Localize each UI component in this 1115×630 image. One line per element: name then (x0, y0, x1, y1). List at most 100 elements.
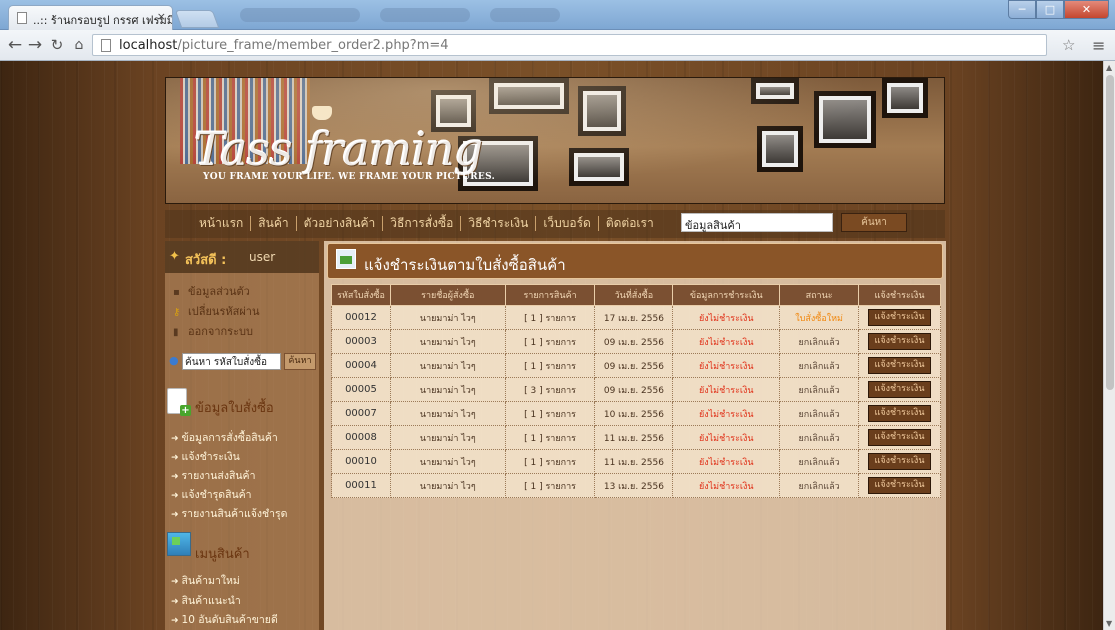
action-cell: แจ้งชำระเงิน (858, 305, 941, 330)
main-nav: หน้าแรก สินค้า ตัวอย่างสินค้า วิธีการสั่… (165, 210, 945, 238)
customer-name: นายมาม่า ไวๆ (389, 425, 506, 450)
nav-item-payment-method[interactable]: วิธีชำระเงิน (461, 216, 537, 231)
action-cell: แจ้งชำระเงิน (858, 449, 941, 474)
order-id: 00008 (331, 425, 391, 450)
customer-name: นายมาม่า ไวๆ (389, 401, 506, 426)
customer-name: นายมาม่า ไวๆ (389, 353, 506, 378)
column-header: สถานะ (779, 284, 860, 306)
notify-payment-button[interactable]: แจ้งชำระเงิน (868, 381, 932, 398)
column-header: วันที่สั่งซื้อ (594, 284, 674, 306)
order-status: ยกเลิกแล้ว (779, 449, 860, 474)
item-count: [ 1 ] รายการ (504, 401, 596, 426)
item-count: [ 1 ] รายการ (504, 353, 596, 378)
arrow-icon: ➜ (171, 491, 179, 501)
browser-menu-icon[interactable]: ≡ (1092, 36, 1105, 55)
profile-icon: ▪ (173, 287, 180, 298)
sidebar: ✦ สวัสดี : user ▪ ข้อมูลส่วนตัว ⚷ เปลี่ยนร… (165, 241, 319, 630)
taskbar-blur (490, 8, 560, 22)
table-row: 00007 นายมาม่า ไวๆ[ 1 ] รายการ 10 เม.ย. 25… (331, 401, 941, 426)
product-search-button[interactable]: ค้นหา (841, 213, 907, 232)
back-arrow-icon[interactable]: ← (6, 35, 24, 55)
sidebar-link-damage-report[interactable]: ➜ รายงานสินค้าแจ้งชำรุด (171, 505, 287, 522)
address-toolbar: ← → ↻ ⌂ localhost/picture_frame/member_o… (0, 30, 1115, 61)
column-header: ข้อมูลการชำระเงิน (672, 284, 781, 306)
item-count: [ 1 ] รายการ (504, 305, 596, 330)
customer-name: นายมาม่า ไวๆ (389, 329, 506, 354)
order-id: 00003 (331, 329, 391, 354)
action-cell: แจ้งชำระเงิน (858, 353, 941, 378)
sidebar-link-shipping-report[interactable]: ➜ รายงานส่งสินค้า (171, 467, 255, 484)
payment-status: ยังไม่ชำระเงิน (672, 473, 781, 498)
order-id: 00010 (331, 449, 391, 474)
orders-table: รหัสใบสั่งซื้อ รายชื่อผู้สั่งซื้อ รายการ… (331, 284, 941, 498)
nav-item-webboard[interactable]: เว็บบอร์ด (536, 216, 599, 231)
sidebar-item-logout[interactable]: ▮ ออกจากระบบ (173, 322, 253, 340)
order-status: ยกเลิกแล้ว (779, 377, 860, 402)
nav-item-examples[interactable]: ตัวอย่างสินค้า (297, 216, 384, 231)
nav-item-home[interactable]: หน้าแรก (199, 216, 252, 231)
arrow-icon: ➜ (171, 577, 179, 587)
sidebar-link-recommended[interactable]: ➜ สินค้าแนะนำ (171, 592, 241, 609)
search-icon: ● (169, 354, 179, 367)
reload-icon[interactable]: ↻ (48, 35, 66, 55)
payment-status: ยังไม่ชำระเงิน (672, 305, 781, 330)
order-status: ยกเลิกแล้ว (779, 425, 860, 450)
nav-item-products[interactable]: สินค้า (251, 216, 297, 231)
notify-payment-button[interactable]: แจ้งชำระเงิน (868, 357, 932, 374)
sidebar-link-new-products[interactable]: ➜ สินค้ามาใหม่ (171, 572, 240, 589)
maximize-button[interactable]: □ (1036, 0, 1064, 19)
order-search-button[interactable]: ค้นหา (284, 353, 316, 370)
arrow-icon: ➜ (171, 434, 179, 444)
customer-name: นายมาม่า ไวๆ (389, 449, 506, 474)
notify-payment-button[interactable]: แจ้งชำระเงิน (868, 309, 932, 326)
page-scrollbar[interactable]: ▲ ▼ (1103, 61, 1115, 630)
forward-arrow-icon[interactable]: → (26, 35, 44, 55)
action-cell: แจ้งชำระเงิน (858, 425, 941, 450)
order-date: 09 เม.ย. 2556 (594, 377, 674, 402)
browser-tab[interactable]: ..:: ร้านกรอบรูป กรรศ เฟรมมิ่ง × (8, 5, 173, 30)
image-icon (336, 249, 356, 269)
greeting-bar: ✦ สวัสดี : user (165, 241, 319, 273)
order-search-input[interactable]: ค้นหา รหัสใบสั่งซื้อ (182, 353, 281, 370)
table-header-row: รหัสใบสั่งซื้อ รายชื่อผู้สั่งซื้อ รายการ… (331, 284, 941, 306)
notify-payment-button[interactable]: แจ้งชำระเงิน (868, 333, 932, 350)
page-viewport: Tass framing YOU FRAME YOUR LIFE. WE FRA… (0, 61, 1103, 630)
action-cell: แจ้งชำระเงิน (858, 473, 941, 498)
new-tab-button[interactable] (174, 10, 220, 28)
payment-status: ยังไม่ชำระเงิน (672, 425, 781, 450)
product-section-header: เมนูสินค้า (165, 532, 319, 562)
notify-payment-button[interactable]: แจ้งชำระเงิน (868, 405, 932, 422)
product-search-input[interactable]: ข้อมูลสินค้า (681, 213, 833, 232)
notify-payment-button[interactable]: แจ้งชำระเงิน (868, 429, 932, 446)
order-date: 17 เม.ย. 2556 (594, 305, 674, 330)
table-row: 00003 นายมาม่า ไวๆ[ 1 ] รายการ 09 เม.ย. 25… (331, 329, 941, 354)
sidebar-link-notify-payment[interactable]: ➜ แจ้งชำระเงิน (171, 448, 240, 465)
sidebar-link-order-info[interactable]: ➜ ข้อมูลการสั่งซื้อสินค้า (171, 429, 278, 446)
action-cell: แจ้งชำระเงิน (858, 401, 941, 426)
notify-payment-button[interactable]: แจ้งชำระเงิน (868, 453, 932, 470)
sidebar-link-top10[interactable]: ➜ 10 อันดับสินค้าขายดี (171, 611, 278, 628)
order-section-header: + ข้อมูลใบสั่งซื้อ (165, 388, 319, 418)
tab-close-icon[interactable]: × (157, 10, 166, 23)
sidebar-link-report-damage[interactable]: ➜ แจ้งชำรุดสินค้า (171, 486, 252, 503)
item-count: [ 1 ] รายการ (504, 473, 596, 498)
address-bar[interactable]: localhost/picture_frame/member_order2.ph… (92, 34, 1047, 56)
scroll-down-arrow-icon[interactable]: ▼ (1106, 619, 1112, 628)
order-status: ยกเลิกแล้ว (779, 401, 860, 426)
nav-item-how-to-order[interactable]: วิธีการสั่งซื้อ (383, 216, 462, 231)
scrollbar-thumb[interactable] (1106, 75, 1114, 390)
order-date: 13 เม.ย. 2556 (594, 473, 674, 498)
table-row: 00004 นายมาม่า ไวๆ[ 1 ] รายการ 09 เม.ย. 25… (331, 353, 941, 378)
notify-payment-button[interactable]: แจ้งชำระเงิน (868, 477, 932, 494)
sidebar-item-change-password[interactable]: ⚷ เปลี่ยนรหัสผ่าน (173, 302, 259, 320)
close-window-button[interactable]: ✕ (1064, 0, 1109, 19)
url-host: localhost (119, 38, 178, 53)
customer-name: นายมาม่า ไวๆ (389, 305, 506, 330)
minimize-button[interactable]: ─ (1008, 0, 1036, 19)
sidebar-item-profile[interactable]: ▪ ข้อมูลส่วนตัว (173, 282, 250, 300)
scroll-up-arrow-icon[interactable]: ▲ (1106, 63, 1112, 72)
nav-item-contact[interactable]: ติดต่อเรา (599, 216, 661, 231)
bookmark-star-icon[interactable]: ☆ (1062, 36, 1075, 54)
home-icon[interactable]: ⌂ (70, 35, 88, 55)
site-tagline: YOU FRAME YOUR LIFE. WE FRAME YOUR PICTU… (203, 172, 496, 182)
